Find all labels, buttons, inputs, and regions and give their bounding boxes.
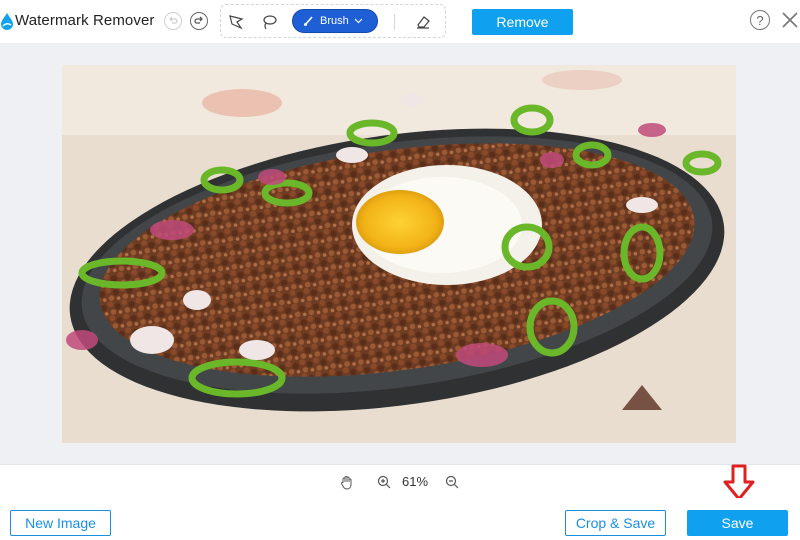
- zoom-bar: 61%: [0, 464, 800, 498]
- selection-toolbox: Brush: [220, 4, 446, 38]
- redo-icon: [194, 16, 203, 24]
- new-image-button[interactable]: New Image: [10, 510, 111, 536]
- polygon-lasso-icon: [229, 15, 244, 30]
- zoom-out-button[interactable]: [444, 474, 460, 490]
- lasso-tool[interactable]: [259, 12, 279, 32]
- zoom-level: 61%: [402, 474, 429, 489]
- help-icon[interactable]: ?: [750, 10, 770, 30]
- toolbar-divider: [394, 14, 395, 30]
- close-icon[interactable]: [780, 10, 800, 30]
- food-photo: [62, 65, 736, 443]
- chevron-down-icon: [354, 18, 363, 24]
- zoom-out-icon: [445, 475, 459, 489]
- undo-icon: [169, 16, 178, 24]
- remove-button[interactable]: Remove: [472, 9, 573, 35]
- undo-button[interactable]: [164, 12, 182, 30]
- canvas-area: [0, 44, 800, 464]
- zoom-in-icon: [377, 475, 391, 489]
- polygon-lasso-tool[interactable]: [226, 12, 246, 32]
- brush-label: Brush: [320, 15, 349, 27]
- zoom-in-button[interactable]: [376, 474, 392, 490]
- brush-tool-button[interactable]: Brush: [292, 9, 378, 33]
- footer: New Image Crop & Save Save: [0, 498, 800, 540]
- hand-icon: [341, 475, 352, 490]
- eraser-icon: [417, 16, 430, 29]
- app-title: Watermark Remover: [15, 12, 155, 29]
- logo-icon: [1, 13, 13, 30]
- brush-icon: [304, 16, 313, 26]
- lasso-icon: [263, 15, 277, 30]
- redo-button[interactable]: [190, 12, 208, 30]
- header: Watermark Remover Brush Remove ?: [0, 0, 800, 44]
- watermark-remover-app: Watermark Remover Brush Remove ? 61% New…: [0, 0, 800, 540]
- crop-and-save-button[interactable]: Crop & Save: [565, 510, 666, 536]
- pan-hand-button[interactable]: [339, 474, 355, 490]
- save-button[interactable]: Save: [687, 510, 788, 536]
- image-preview[interactable]: [62, 65, 736, 443]
- eraser-tool[interactable]: [413, 12, 433, 32]
- arrow-down-annotation-icon: [723, 464, 755, 501]
